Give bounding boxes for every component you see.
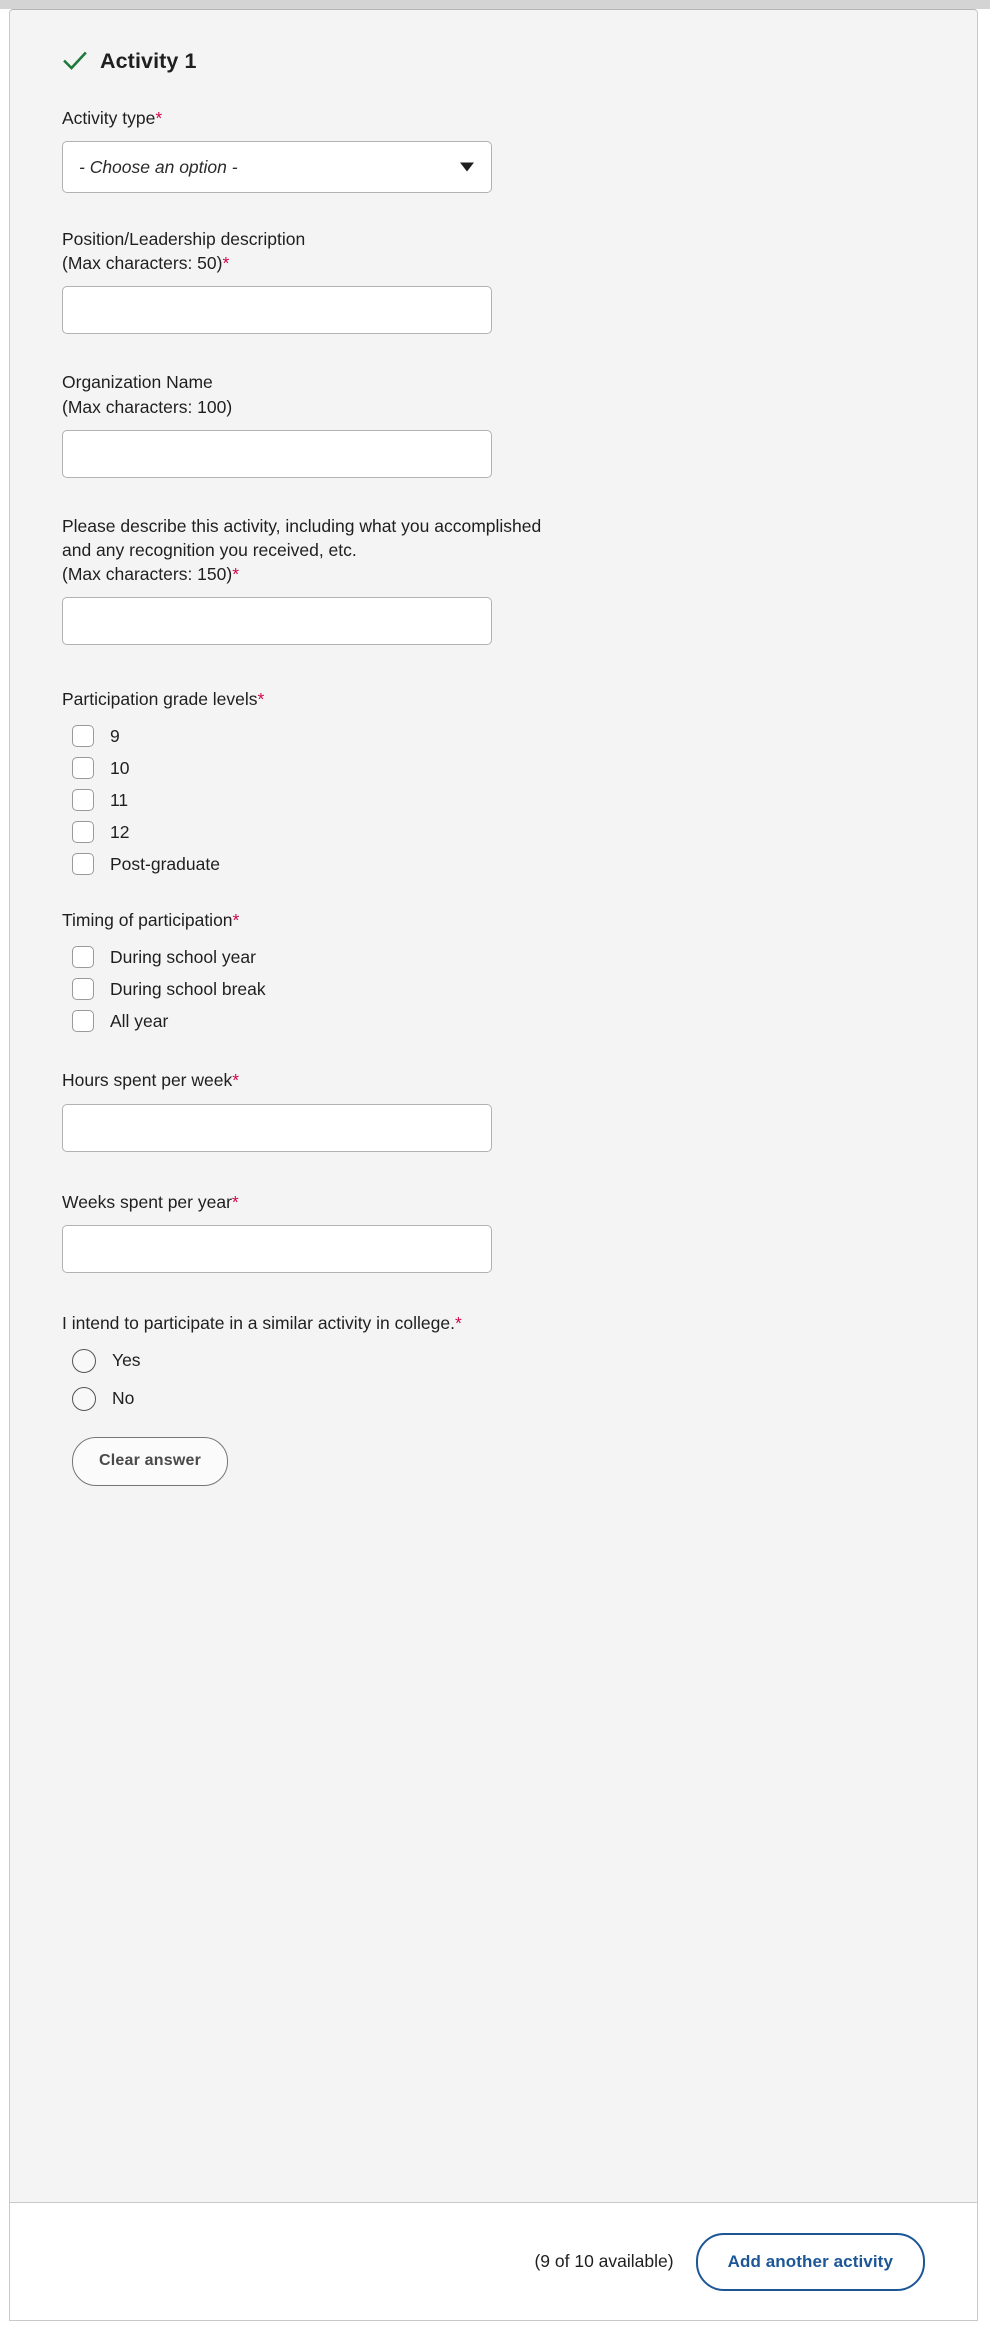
organization-label: Organization Name (Max characters: 100) bbox=[62, 372, 233, 417]
checkbox-icon[interactable] bbox=[72, 1010, 94, 1033]
grade-level-label: 12 bbox=[110, 821, 130, 842]
required-asterisk: * bbox=[232, 910, 240, 931]
timing-label-option: During school year bbox=[110, 946, 256, 967]
checkbox-icon[interactable] bbox=[72, 821, 94, 844]
activity-footer: (9 of 10 available) Add another activity bbox=[9, 2203, 978, 2321]
grade-level-option-9[interactable]: 9 bbox=[62, 725, 977, 748]
activity-type-selected-value: - Choose an option - bbox=[79, 156, 238, 177]
weeks-per-year-field: Weeks spent per year* bbox=[62, 1190, 977, 1273]
grade-level-option-post-graduate[interactable]: Post-graduate bbox=[62, 853, 977, 876]
hours-per-week-input[interactable] bbox=[62, 1103, 492, 1152]
radio-icon[interactable] bbox=[72, 1348, 96, 1373]
timing-label-option: During school break bbox=[110, 978, 266, 999]
grade-level-label: 11 bbox=[110, 789, 129, 810]
position-label: Position/Leadership description (Max cha… bbox=[62, 229, 306, 274]
checkbox-icon[interactable] bbox=[72, 853, 94, 876]
description-input[interactable] bbox=[62, 597, 492, 646]
grade-levels-label: Participation grade levels* bbox=[62, 689, 265, 710]
checkbox-icon[interactable] bbox=[72, 946, 94, 969]
intent-label: I intend to participate in a similar act… bbox=[62, 1312, 462, 1333]
timing-label: Timing of participation* bbox=[62, 910, 240, 931]
window-top-strip bbox=[0, 0, 990, 9]
weeks-per-year-label: Weeks spent per year* bbox=[62, 1191, 239, 1212]
clear-answer-button[interactable]: Clear answer bbox=[72, 1436, 229, 1486]
grade-level-option-12[interactable]: 12 bbox=[62, 821, 977, 844]
page-bottom-strip bbox=[0, 2322, 990, 2344]
green-check-icon bbox=[63, 51, 87, 70]
position-field: Position/Leadership description (Max cha… bbox=[62, 227, 977, 335]
activity-card: Activity 1 Activity type* - Choose an op… bbox=[9, 9, 978, 2203]
description-field: Please describe this activity, including… bbox=[62, 514, 977, 646]
grade-level-label: Post-graduate bbox=[110, 853, 220, 874]
checkbox-icon[interactable] bbox=[72, 789, 94, 812]
required-asterisk: * bbox=[231, 1191, 239, 1212]
intent-group: I intend to participate in a similar act… bbox=[62, 1311, 977, 1486]
description-label: Please describe this activity, including… bbox=[62, 515, 542, 584]
grade-level-label: 10 bbox=[110, 757, 130, 778]
required-asterisk: * bbox=[232, 563, 240, 584]
grade-levels-group: Participation grade levels* 9 10 11 12 P… bbox=[62, 687, 977, 876]
timing-option-all-year[interactable]: All year bbox=[62, 1010, 977, 1033]
radio-icon[interactable] bbox=[72, 1386, 96, 1411]
weeks-per-year-input[interactable] bbox=[62, 1224, 492, 1273]
hours-per-week-label: Hours spent per week* bbox=[62, 1070, 240, 1091]
position-input[interactable] bbox=[62, 286, 492, 335]
timing-group: Timing of participation* During school y… bbox=[62, 908, 977, 1033]
hours-per-week-field: Hours spent per week* bbox=[62, 1068, 977, 1152]
availability-count: (9 of 10 available) bbox=[534, 2251, 674, 2271]
add-another-activity-button[interactable]: Add another activity bbox=[695, 2232, 925, 2291]
intent-option-label: Yes bbox=[112, 1350, 141, 1371]
activity-header: Activity 1 bbox=[62, 48, 977, 74]
timing-label-option: All year bbox=[110, 1010, 169, 1031]
page-title: Activity 1 bbox=[100, 48, 197, 73]
activity-type-select[interactable]: - Choose an option - bbox=[62, 141, 492, 194]
intent-option-no[interactable]: No bbox=[62, 1386, 977, 1411]
activity-type-label: Activity type* bbox=[62, 108, 163, 128]
chevron-down-icon bbox=[460, 162, 474, 172]
grade-level-option-10[interactable]: 10 bbox=[62, 757, 977, 780]
grade-level-label: 9 bbox=[110, 725, 120, 746]
intent-option-label: No bbox=[112, 1388, 135, 1409]
grade-level-option-11[interactable]: 11 bbox=[62, 789, 977, 812]
intent-option-yes[interactable]: Yes bbox=[62, 1348, 977, 1373]
timing-option-during-school-break[interactable]: During school break bbox=[62, 978, 977, 1001]
organization-input[interactable] bbox=[62, 429, 492, 478]
timing-option-during-school-year[interactable]: During school year bbox=[62, 946, 977, 969]
required-asterisk: * bbox=[454, 1312, 462, 1333]
activity-form-page: Activity 1 Activity type* - Choose an op… bbox=[0, 0, 990, 2344]
activity-type-field: Activity type* - Choose an option - bbox=[62, 106, 977, 194]
checkbox-icon[interactable] bbox=[72, 978, 94, 1001]
organization-field: Organization Name (Max characters: 100) bbox=[62, 370, 977, 478]
checkbox-icon[interactable] bbox=[72, 757, 94, 780]
required-asterisk: * bbox=[222, 253, 230, 274]
checkbox-icon[interactable] bbox=[72, 725, 94, 748]
required-asterisk: * bbox=[257, 689, 265, 710]
required-asterisk: * bbox=[155, 108, 163, 128]
required-asterisk: * bbox=[232, 1070, 240, 1091]
